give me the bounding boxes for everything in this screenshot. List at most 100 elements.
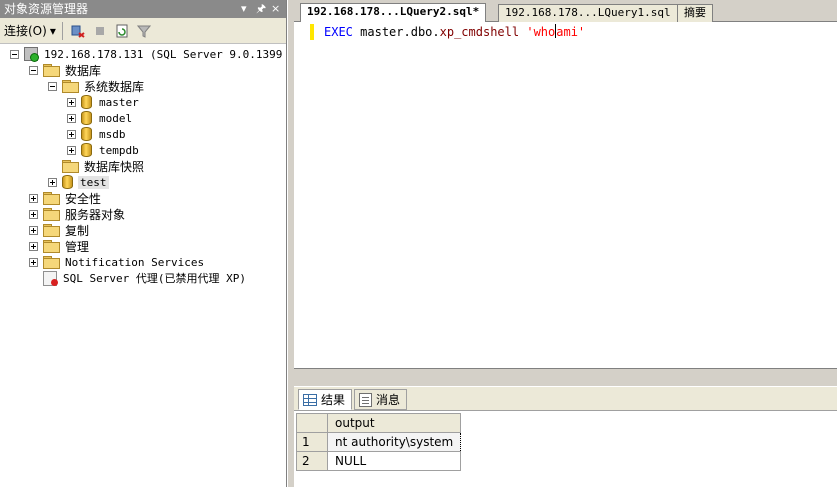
- folder-icon: [62, 80, 79, 93]
- stop-icon: [95, 26, 104, 35]
- tree-node-server-objects[interactable]: 服务器对象: [29, 206, 127, 222]
- database-icon: [81, 95, 92, 109]
- tree-node-server[interactable]: 192.168.178.131 (SQL Server 9.0.1399 - s: [10, 46, 311, 62]
- database-icon: [81, 111, 92, 125]
- database-label-selected: test: [78, 175, 109, 189]
- collapse-icon[interactable]: [29, 65, 38, 75]
- expand-icon[interactable]: [29, 225, 38, 235]
- pin-icon[interactable]: 🖈: [256, 0, 266, 18]
- expand-icon[interactable]: [29, 209, 38, 219]
- refresh-icon: [116, 24, 128, 37]
- connect-label: 连接(O): [4, 24, 47, 38]
- database-label: msdb: [99, 127, 126, 141]
- folder-icon: [43, 224, 60, 237]
- folder-icon: [43, 208, 60, 221]
- database-label: model: [99, 111, 133, 125]
- query-editor[interactable]: EXEC master.dbo.xp_cmdshell 'whoami': [294, 22, 837, 368]
- tree-node-databases[interactable]: 数据库: [29, 62, 103, 78]
- folder-icon: [43, 192, 60, 205]
- tree-node-master[interactable]: master: [67, 94, 141, 110]
- horizontal-splitter[interactable]: [294, 368, 837, 386]
- grid-icon: [303, 393, 317, 406]
- security-label: 安全性: [65, 191, 102, 206]
- notification-services-label: Notification Services: [65, 255, 205, 269]
- results-tab-strip: 结果 消息: [294, 386, 837, 410]
- sql-keyword: EXEC: [324, 25, 353, 39]
- tree-node-database-snapshots[interactable]: 数据库快照: [62, 158, 146, 174]
- changed-line-marker: [310, 24, 314, 40]
- grid-header-row: output: [296, 413, 462, 433]
- table-row: 2 NULL: [296, 451, 462, 471]
- column-header-output[interactable]: output: [326, 413, 462, 433]
- folder-icon: [43, 64, 60, 77]
- expand-icon[interactable]: [29, 193, 38, 203]
- tab-query2[interactable]: 192.168.178...LQuery2.sql*: [300, 3, 487, 23]
- tree-node-tempdb[interactable]: tempdb: [67, 142, 141, 158]
- close-icon[interactable]: ×: [271, 0, 280, 18]
- tab-query1[interactable]: 192.168.178...LQuery1.sql: [498, 4, 678, 22]
- tab-messages[interactable]: 消息: [354, 389, 408, 410]
- message-icon: [359, 392, 372, 407]
- panel-dropdown-icon[interactable]: ▾: [241, 0, 247, 18]
- expand-icon[interactable]: [29, 257, 38, 267]
- agent-label: SQL Server 代理(已禁用代理 XP): [63, 272, 246, 285]
- grid-corner-cell[interactable]: [296, 413, 328, 433]
- object-explorer-panel: 对象资源管理器 ▾ 🖈 × 连接(O) ▾ 192.168.178.131 (S…: [0, 0, 309, 487]
- database-label: master: [99, 95, 139, 109]
- tree-node-notification-services[interactable]: Notification Services: [29, 254, 206, 270]
- chevron-down-icon: ▾: [49, 23, 56, 38]
- management-label: 管理: [65, 239, 90, 254]
- tree-node-security[interactable]: 安全性: [29, 190, 103, 206]
- row-header[interactable]: 2: [296, 451, 328, 471]
- tab-summary[interactable]: 摘要: [677, 4, 713, 22]
- expand-icon[interactable]: [48, 177, 57, 187]
- sql-string-part1: 'who: [526, 25, 556, 39]
- expand-icon[interactable]: [67, 145, 76, 155]
- tree-node-test[interactable]: test: [48, 174, 109, 190]
- collapse-icon[interactable]: [10, 49, 19, 59]
- tab-results[interactable]: 结果: [298, 389, 353, 410]
- grid-cell[interactable]: NULL: [326, 451, 462, 471]
- table-row: 1 nt authority\system: [296, 432, 462, 452]
- filter-icon: [136, 25, 151, 38]
- disconnect-button[interactable]: [69, 21, 87, 41]
- filter-button[interactable]: [135, 21, 153, 41]
- folder-icon: [62, 160, 79, 173]
- expand-icon[interactable]: [67, 97, 76, 107]
- tree-node-management[interactable]: 管理: [29, 238, 91, 254]
- object-explorer-title: 对象资源管理器: [4, 2, 89, 16]
- expand-icon[interactable]: [29, 241, 38, 251]
- object-explorer-toolbar: 连接(O) ▾: [0, 18, 286, 44]
- results-grid: output 1 nt authority\system 2 NULL: [296, 413, 462, 471]
- document-tab-strip: 192.168.178...LQuery2.sql* 192.168.178..…: [294, 0, 837, 23]
- sql-object-prefix: master.dbo.: [360, 25, 440, 39]
- database-label: tempdb: [99, 143, 139, 157]
- database-snapshots-label: 数据库快照: [84, 159, 145, 174]
- tree-node-system-databases[interactable]: 系统数据库: [48, 78, 146, 94]
- folder-icon: [43, 256, 60, 269]
- tab-results-label: 结果: [321, 393, 346, 407]
- system-databases-label: 系统数据库: [84, 79, 145, 94]
- tree-node-msdb[interactable]: msdb: [67, 126, 128, 142]
- server-icon: [24, 47, 39, 62]
- code-line-1[interactable]: EXEC master.dbo.xp_cmdshell 'whoami': [324, 24, 585, 40]
- replication-label: 复制: [65, 223, 90, 238]
- expand-icon[interactable]: [67, 129, 76, 139]
- vertical-splitter[interactable]: [287, 0, 294, 487]
- sql-string-part2: ami': [556, 25, 586, 39]
- grid-cell-selected[interactable]: nt authority\system: [326, 432, 462, 452]
- expand-icon[interactable]: [67, 113, 76, 123]
- sql-procedure: xp_cmdshell: [439, 25, 520, 39]
- folder-icon: [43, 240, 60, 253]
- tree-node-model[interactable]: model: [67, 110, 134, 126]
- refresh-button[interactable]: [113, 21, 131, 41]
- connect-button[interactable]: 连接(O) ▾: [4, 21, 56, 41]
- collapse-icon[interactable]: [48, 81, 57, 91]
- stop-button[interactable]: [91, 21, 109, 41]
- results-grid-area: output 1 nt authority\system 2 NULL: [294, 410, 837, 487]
- row-header[interactable]: 1: [296, 432, 328, 452]
- tree-node-sql-server-agent[interactable]: SQL Server 代理(已禁用代理 XP): [43, 270, 248, 286]
- server-objects-label: 服务器对象: [65, 207, 126, 222]
- tree-node-replication[interactable]: 复制: [29, 222, 91, 238]
- database-icon: [62, 175, 73, 189]
